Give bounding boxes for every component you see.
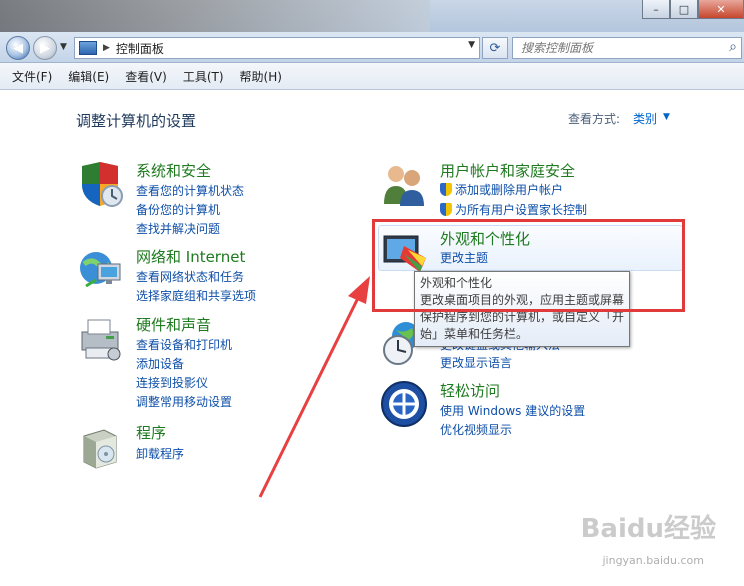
menu-view[interactable]: 查看(V) xyxy=(117,68,175,85)
link-optimize-video[interactable]: 优化视频显示 xyxy=(440,421,512,438)
link-view-computer-status[interactable]: 查看您的计算机状态 xyxy=(136,182,244,199)
view-by-dropdown-icon[interactable]: ▼ xyxy=(663,112,670,122)
back-button[interactable]: ◀ xyxy=(6,36,30,60)
menu-tools[interactable]: 工具(T) xyxy=(175,68,232,85)
printer-icon xyxy=(81,319,121,361)
category-title-hardware-sound[interactable]: 硬件和声音 xyxy=(136,314,211,335)
breadcrumb-control-panel[interactable]: 控制面板 xyxy=(116,40,164,57)
refresh-icon: ⟳ xyxy=(489,40,501,56)
menu-help[interactable]: 帮助(H) xyxy=(232,68,290,85)
menu-file[interactable]: 文件(F) xyxy=(0,68,60,85)
title-bar: – □ ✕ xyxy=(0,0,744,32)
programs-box-icon xyxy=(83,429,117,469)
close-button[interactable]: ✕ xyxy=(698,0,744,19)
link-connect-projector[interactable]: 连接到投影仪 xyxy=(136,374,208,391)
refresh-button[interactable]: ⟳ xyxy=(482,37,508,59)
link-devices-printers[interactable]: 查看设备和打印机 xyxy=(136,336,232,353)
link-recommended-settings[interactable]: 使用 Windows 建议的设置 xyxy=(440,402,585,419)
security-shield-icon xyxy=(82,162,123,207)
history-dropdown-icon[interactable]: ▼ xyxy=(60,42,67,52)
menu-edit[interactable]: 编辑(E) xyxy=(60,68,117,85)
category-ease-of-access: 轻松访问 使用 Windows 建议的设置 优化视频显示 xyxy=(380,380,680,440)
category-system-security: 系统和安全 查看您的计算机状态 备份您的计算机 查找并解决问题 xyxy=(76,160,316,240)
uac-shield-icon xyxy=(440,183,452,196)
ease-of-access-icon xyxy=(381,381,427,427)
view-by-label: 查看方式: xyxy=(568,112,621,126)
baidu-watermark-url: jingyan.baidu.com xyxy=(602,554,704,567)
category-title-programs[interactable]: 程序 xyxy=(136,422,166,443)
link-add-remove-accounts-label: 添加或删除用户帐户 xyxy=(455,183,564,197)
category-network-internet: 网络和 Internet 查看网络状态和任务 选择家庭组和共享选项 xyxy=(76,246,316,306)
address-dropdown-icon[interactable]: ▼ xyxy=(468,40,475,50)
maximize-button[interactable]: □ xyxy=(670,0,698,19)
search-input[interactable] xyxy=(519,40,723,56)
link-add-remove-accounts[interactable]: 添加或删除用户帐户 xyxy=(440,181,563,198)
breadcrumb-chevron-icon[interactable]: ▶ xyxy=(103,43,110,53)
uac-shield-icon xyxy=(440,203,452,216)
users-icon xyxy=(384,166,424,206)
back-arrow-icon: ◀ xyxy=(13,40,23,56)
category-title-ease-of-access[interactable]: 轻松访问 xyxy=(440,380,500,401)
link-network-status[interactable]: 查看网络状态和任务 xyxy=(136,268,244,285)
link-mobility-settings[interactable]: 调整常用移动设置 xyxy=(136,393,232,410)
annotation-highlight-box xyxy=(372,219,685,312)
category-user-accounts: 用户帐户和家庭安全 添加或删除用户帐户 为所有用户设置家长控制 xyxy=(380,160,680,220)
window-controls: – □ ✕ xyxy=(642,0,744,19)
baidu-watermark: Baidu经验 xyxy=(580,514,716,544)
link-add-device[interactable]: 添加设备 xyxy=(136,355,184,372)
forward-button[interactable]: ▶ xyxy=(33,36,57,60)
view-by-select[interactable]: 类别 xyxy=(633,110,657,127)
link-homegroup-sharing[interactable]: 选择家庭组和共享选项 xyxy=(136,287,256,304)
link-troubleshoot[interactable]: 查找并解决问题 xyxy=(136,220,220,237)
control-panel-icon xyxy=(79,41,97,55)
title-bar-glass xyxy=(0,0,430,32)
address-bar: ◀ ▶ ▼ ▶ 控制面板 ▼ ⟳ ⌕ xyxy=(0,32,744,63)
search-box[interactable]: ⌕ xyxy=(512,37,742,59)
link-change-display-language[interactable]: 更改显示语言 xyxy=(440,354,512,371)
category-title-network-internet[interactable]: 网络和 Internet xyxy=(136,246,245,267)
link-backup-computer[interactable]: 备份您的计算机 xyxy=(136,201,220,218)
link-parental-controls-label: 为所有用户设置家长控制 xyxy=(455,203,588,217)
page-title: 调整计算机的设置 xyxy=(76,112,197,130)
category-hardware-sound: 硬件和声音 查看设备和打印机 添加设备 连接到投影仪 调整常用移动设置 xyxy=(76,314,316,410)
breadcrumb[interactable]: ▶ 控制面板 ▼ xyxy=(74,37,480,59)
minimize-button[interactable]: – xyxy=(642,0,670,19)
network-globe-icon xyxy=(80,252,121,288)
category-title-user-accounts[interactable]: 用户帐户和家庭安全 xyxy=(440,160,575,181)
link-uninstall-program[interactable]: 卸载程序 xyxy=(136,445,184,462)
category-title-system-security[interactable]: 系统和安全 xyxy=(136,160,211,181)
menu-bar: 文件(F) 编辑(E) 查看(V) 工具(T) 帮助(H) xyxy=(0,63,744,90)
link-parental-controls[interactable]: 为所有用户设置家长控制 xyxy=(440,201,587,218)
forward-arrow-icon: ▶ xyxy=(40,40,50,56)
category-programs: 程序 卸载程序 xyxy=(76,422,316,472)
search-icon[interactable]: ⌕ xyxy=(729,39,737,55)
